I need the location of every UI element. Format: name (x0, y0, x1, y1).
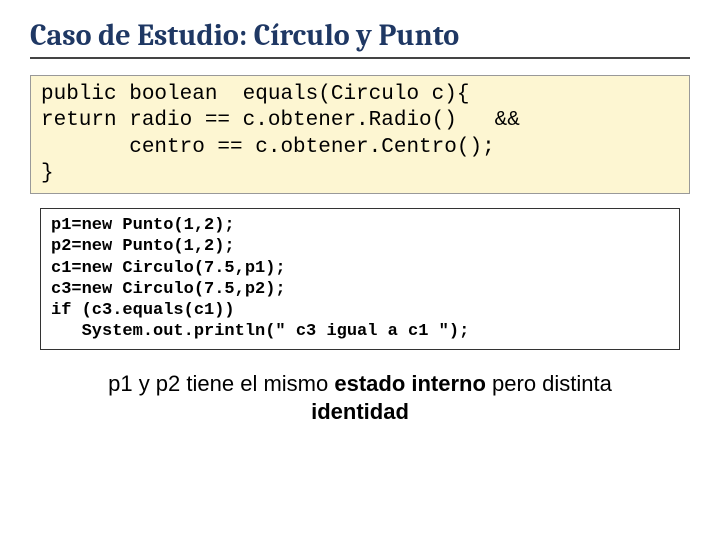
caption-part: pero distinta (486, 371, 612, 396)
caption-part: p1 y p2 tiene el mismo (108, 371, 334, 396)
code-line: System.out.println(" c3 igual a c1 "); (51, 322, 469, 341)
code-line: p2=new Punto(1,2); (51, 237, 235, 256)
slide-title: Caso de Estudio: Círculo y Punto (30, 18, 690, 59)
code-block-equals: public boolean equals(Circulo c){ return… (30, 75, 690, 194)
slide: Caso de Estudio: Círculo y Punto public … (0, 0, 720, 540)
code-line: p1=new Punto(1,2); (51, 216, 235, 235)
code-line: centro == c.obtener.Centro(); (41, 136, 495, 159)
code-line: if (c3.equals(c1)) (51, 301, 235, 320)
code-line: return radio == c.obtener.Radio() && (41, 109, 520, 132)
caption-text: p1 y p2 tiene el mismo estado interno pe… (30, 370, 690, 427)
code-block-usage: p1=new Punto(1,2); p2=new Punto(1,2); c1… (40, 208, 680, 350)
code-line: } (41, 162, 54, 185)
code-line: c3=new Circulo(7.5,p2); (51, 280, 286, 299)
code-line: c1=new Circulo(7.5,p1); (51, 259, 286, 278)
code-line: public boolean equals(Circulo c){ (41, 83, 469, 106)
caption-bold: estado interno (334, 371, 486, 396)
caption-bold: identidad (311, 399, 409, 424)
